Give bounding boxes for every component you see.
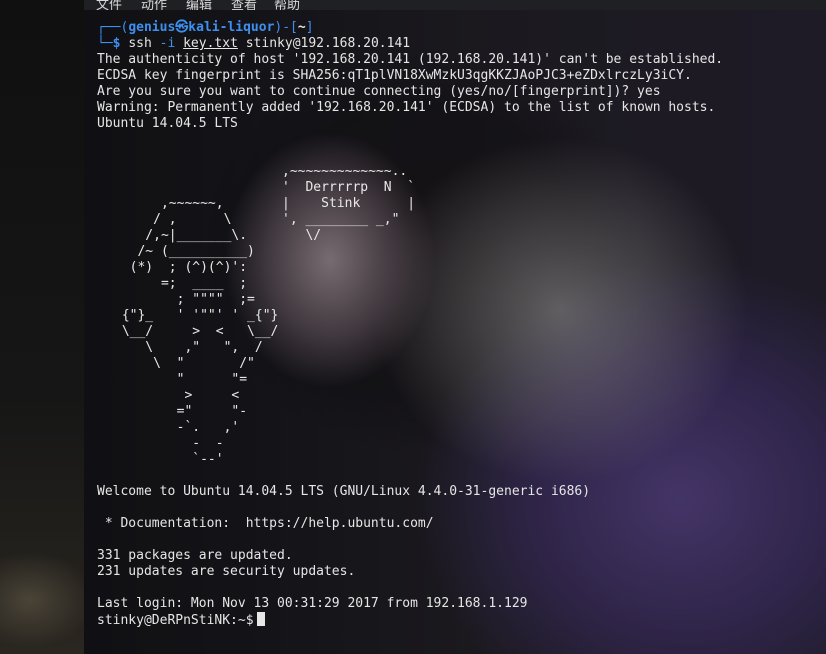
output-last-login: Last login: Mon Nov 13 00:31:29 2017 fro… xyxy=(97,596,528,611)
menu-action[interactable]: 动作 xyxy=(141,0,167,10)
prompt-at-symbol: ㉿ xyxy=(175,20,189,35)
output-warning: Warning: Permanently added '192.168.20.1… xyxy=(97,100,716,115)
remote-prompt: stinky@DeRPnStiNK:~$ xyxy=(97,613,254,628)
ascii-figure-line-7: ; """" ;= xyxy=(114,292,255,307)
ascii-figure-line-6: =; ____ ; xyxy=(114,276,248,291)
ascii-figure-line-4: /~ (__________) xyxy=(114,244,255,259)
ascii-figure-line-14: =" "- xyxy=(114,404,248,419)
output-security-updates: 231 updates are security updates. xyxy=(97,564,356,579)
output-welcome: Welcome to Ubuntu 14.04.5 LTS (GNU/Linux… xyxy=(97,484,591,499)
ascii-figure-line-10: \ ," ", / xyxy=(114,340,263,355)
prompt-bracket-open: )-[ xyxy=(274,20,298,35)
menu-view[interactable]: 查看 xyxy=(231,0,257,10)
command-keyfile: key.txt xyxy=(183,36,238,51)
output-documentation: * Documentation: https://help.ubuntu.com… xyxy=(97,516,434,531)
ascii-figure-line-15: -`. ,' xyxy=(114,420,240,435)
ascii-figure-line-3: /,~|_______\. xyxy=(114,228,248,243)
text-cursor xyxy=(256,612,265,626)
ascii-figure-line-8: {"}_ ' '""' ' _{"} xyxy=(114,308,279,323)
ascii-figure-line-12: " "= xyxy=(114,372,248,387)
prompt-header: ┌──(genius㉿kali-liquor)-[~] xyxy=(97,20,314,36)
remote-prompt-line[interactable]: stinky@DeRPnStiNK:~$ xyxy=(97,612,265,629)
command-line: └─$ ssh -i key.txt stinky@192.168.20.141 xyxy=(97,36,410,52)
prompt-corner-bottom: └─ xyxy=(97,36,113,51)
ascii-bubble-line-5: \/ xyxy=(282,228,322,243)
output-authenticity: The authenticity of host '192.168.20.141… xyxy=(97,52,724,67)
prompt-bracket-close: ] xyxy=(305,20,314,35)
ascii-bubble-line-2: ' Derrrrrp N ` xyxy=(282,180,416,195)
command-name: ssh xyxy=(128,36,152,51)
ascii-bubble-line-4: ', ________ _," xyxy=(282,212,400,227)
output-fingerprint: ECDSA key fingerprint is SHA256:qT1plVN1… xyxy=(97,68,692,83)
command-flag: -i xyxy=(159,36,176,51)
desktop-background: 文件 动作 编辑 查看 帮助 ┌──(genius㉿kali-liquor)-[… xyxy=(0,0,826,654)
prompt-host: kali-liquor xyxy=(188,20,275,35)
wallpaper-strip xyxy=(0,0,84,654)
menu-help[interactable]: 帮助 xyxy=(274,0,300,10)
ascii-figure-line-17: `--' xyxy=(114,452,224,467)
prompt-corner-top: ┌──( xyxy=(97,20,129,35)
ascii-figure-line-13: > < xyxy=(114,388,240,403)
prompt-dollar: $ xyxy=(112,36,121,51)
output-packages: 331 packages are updated. xyxy=(97,548,293,563)
prompt-directory: ~ xyxy=(297,20,306,35)
ascii-figure-line-9: \__/ > < \__/ xyxy=(114,324,279,339)
menu-file[interactable]: 文件 xyxy=(96,0,122,10)
ascii-figure-line-5: (*) ; (^)(^)': xyxy=(114,260,248,275)
output-os-banner: Ubuntu 14.04.5 LTS xyxy=(97,116,238,131)
ascii-bubble-line-3: | Stink | xyxy=(282,196,416,211)
terminal-menubar: 文件 动作 编辑 查看 帮助 xyxy=(84,0,826,10)
ascii-figure-line-16: - - xyxy=(114,436,224,451)
ascii-figure-line-1: ,~~~~~~, xyxy=(114,196,224,211)
prompt-user: genius xyxy=(128,20,176,35)
command-target: stinky@192.168.20.141 xyxy=(245,36,411,51)
ascii-figure-line-11: \ " /" xyxy=(114,356,255,371)
output-confirm: Are you sure you want to continue connec… xyxy=(97,84,661,99)
ascii-bubble-line-1: ,~~~~~~~~~~~~~.. xyxy=(282,164,408,179)
menu-edit[interactable]: 编辑 xyxy=(186,0,212,10)
ascii-figure-line-2: / , \ xyxy=(114,212,232,227)
